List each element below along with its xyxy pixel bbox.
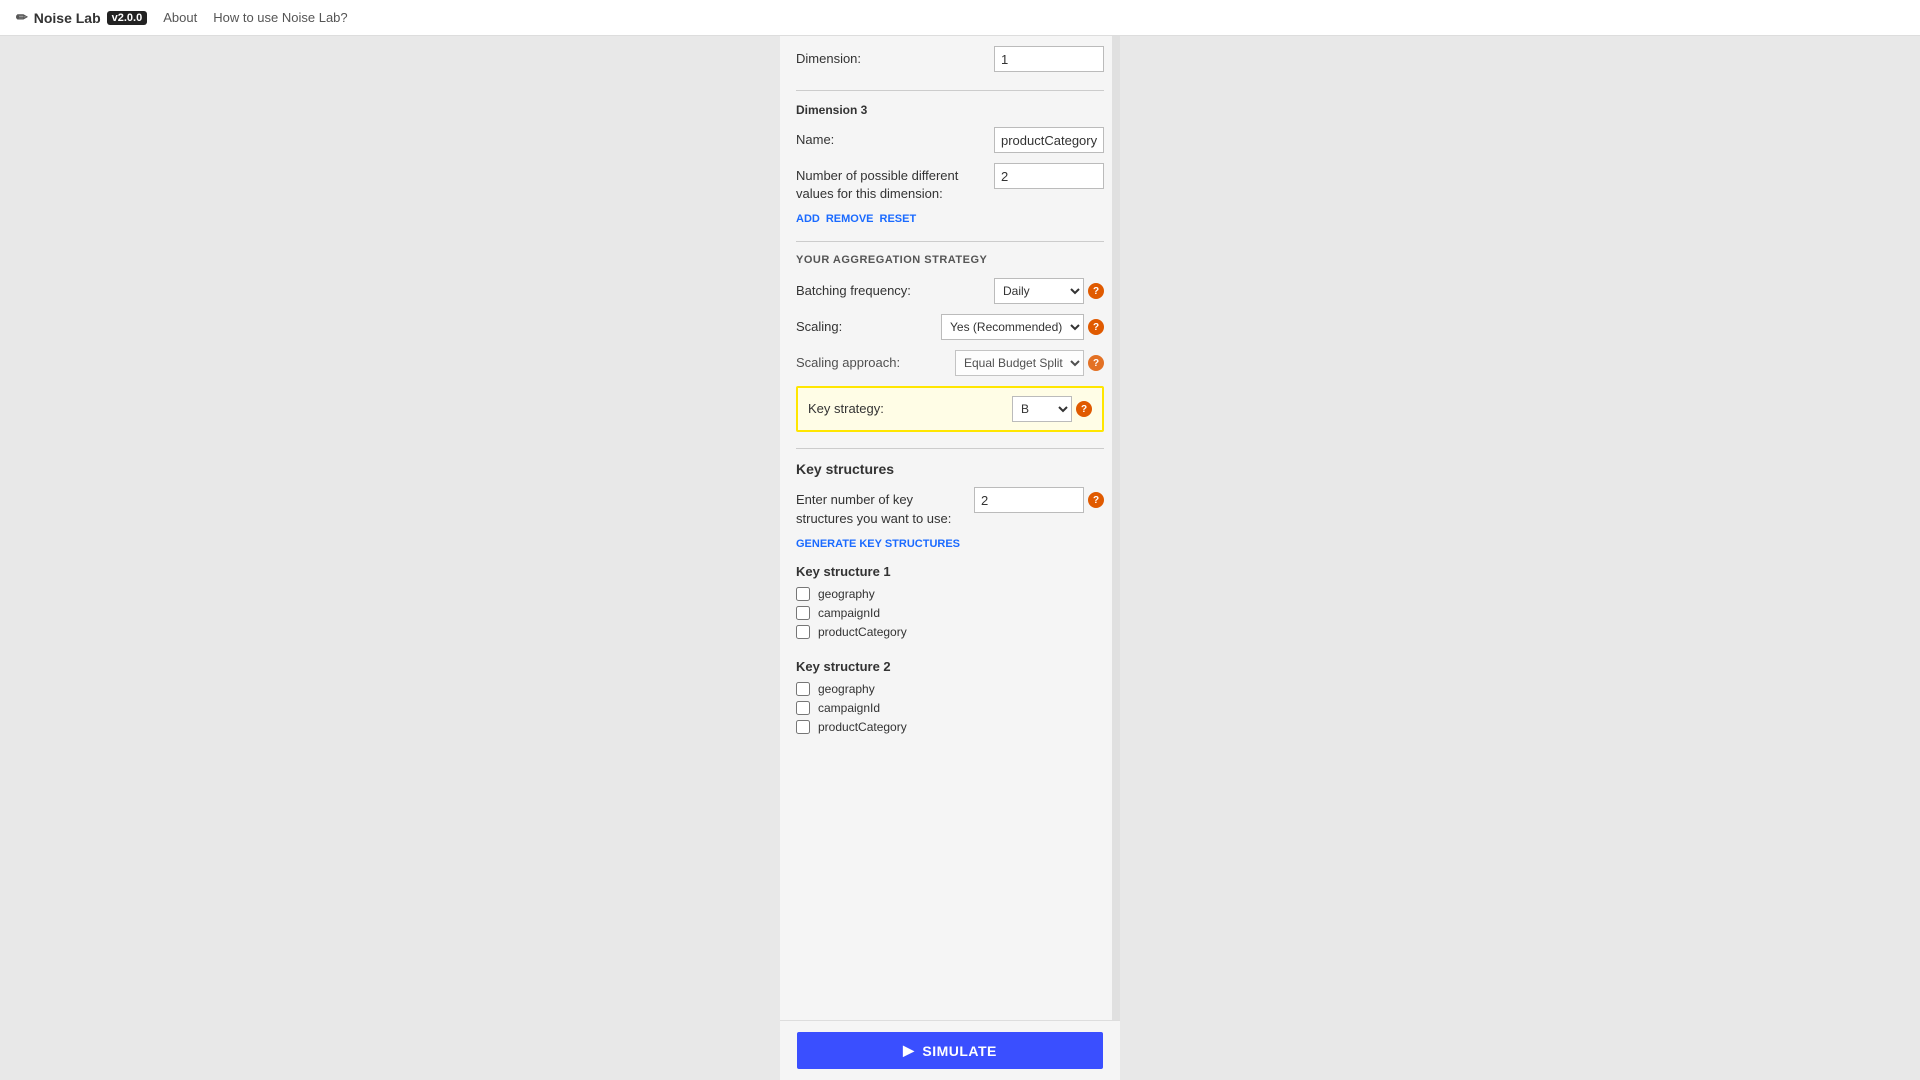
batching-select[interactable]: Daily Weekly Monthly	[994, 278, 1084, 304]
action-links: ADD REMOVE RESET	[796, 213, 1104, 225]
scaling-approach-select[interactable]: Equal Budget Split Custom	[955, 350, 1084, 376]
app-logo: ✏ Noise Lab v2.0.0	[16, 9, 147, 26]
ks2-title: Key structure 2	[796, 659, 1104, 674]
batching-label: Batching frequency:	[796, 278, 986, 300]
ks2-productcategory-label: productCategory	[818, 720, 907, 734]
ks1-productcategory-checkbox[interactable]	[796, 625, 810, 639]
scaling-label: Scaling:	[796, 314, 933, 336]
simulate-label: SIMULATE	[922, 1043, 997, 1059]
dimension3-name-row: Name:	[796, 127, 1104, 153]
section-divider-1	[796, 241, 1104, 242]
batching-help-icon[interactable]: ?	[1088, 283, 1104, 299]
dimension-header-partial: Dimension:	[796, 36, 1104, 91]
key-strategy-select[interactable]: A B C	[1012, 396, 1072, 422]
dimension3-values-label: Number of possible different values for …	[796, 163, 986, 203]
key-structures-title: Key structures	[796, 461, 1104, 477]
scaling-approach-help-icon[interactable]: ?	[1088, 355, 1104, 371]
scaling-approach-label: Scaling approach:	[796, 350, 947, 372]
scaling-help-icon[interactable]: ?	[1088, 319, 1104, 335]
batching-control: Daily Weekly Monthly ?	[994, 278, 1104, 304]
top-dimension-input[interactable]	[994, 46, 1104, 72]
ks1-productcategory-label: productCategory	[818, 625, 907, 639]
ks1-title: Key structure 1	[796, 564, 1104, 579]
ks2-geography-label: geography	[818, 682, 875, 696]
ks-count-control: ?	[974, 487, 1104, 513]
top-dimension-control	[994, 46, 1104, 72]
dimension3-values-control	[994, 163, 1104, 189]
ks1-item-productcategory: productCategory	[796, 625, 1104, 639]
ks1-geography-checkbox[interactable]	[796, 587, 810, 601]
dimension3-title: Dimension 3	[796, 103, 1104, 117]
key-strategy-row: Key strategy: A B C ?	[808, 396, 1092, 422]
ks2-campaignid-checkbox[interactable]	[796, 701, 810, 715]
batching-row: Batching frequency: Daily Weekly Monthly…	[796, 278, 1104, 304]
key-structures-section: Key structures Enter number of key struc…	[796, 461, 1104, 733]
scaling-approach-row: Scaling approach: Equal Budget Split Cus…	[796, 350, 1104, 376]
pencil-icon: ✏	[16, 9, 28, 26]
dimension3-values-input[interactable]	[994, 163, 1104, 189]
app-name: Noise Lab	[34, 10, 101, 26]
top-dimension-row: Dimension:	[796, 46, 1104, 72]
add-link[interactable]: ADD	[796, 213, 820, 225]
key-strategy-help-icon[interactable]: ?	[1076, 401, 1092, 417]
ks2-productcategory-checkbox[interactable]	[796, 720, 810, 734]
right-panel: 3.	[1120, 36, 1920, 1080]
center-panel: Dimension: Dimension 3 Name:	[780, 36, 1120, 1080]
section-divider-2	[796, 448, 1104, 449]
ks-count-row: Enter number of key structures you want …	[796, 487, 1104, 527]
ks-count-help-icon[interactable]: ?	[1088, 492, 1104, 508]
key-strategy-label: Key strategy:	[808, 396, 1004, 418]
dimension3-name-label: Name:	[796, 127, 986, 149]
ks1-campaignid-label: campaignId	[818, 606, 880, 620]
ks1-item-campaignid: campaignId	[796, 606, 1104, 620]
scaling-select[interactable]: Yes (Recommended) No	[941, 314, 1084, 340]
key-strategy-control: A B C ?	[1012, 396, 1092, 422]
top-nav: ✏ Noise Lab v2.0.0 About How to use Nois…	[0, 0, 1920, 36]
ks1-geography-label: geography	[818, 587, 875, 601]
ks2-item-productcategory: productCategory	[796, 720, 1104, 734]
ks-count-input[interactable]	[974, 487, 1084, 513]
ks2-campaignid-label: campaignId	[818, 701, 880, 715]
dimension3-name-input[interactable]	[994, 127, 1104, 153]
dimension3-name-control	[994, 127, 1104, 153]
aggregation-section: YOUR AGGREGATION STRATEGY Batching frequ…	[796, 254, 1104, 432]
nav-how-to[interactable]: How to use Noise Lab?	[213, 10, 347, 25]
ks1-campaignid-checkbox[interactable]	[796, 606, 810, 620]
key-strategy-highlight: Key strategy: A B C ?	[796, 386, 1104, 432]
scrollbar-track[interactable]	[1112, 36, 1120, 1020]
generate-ks-link[interactable]: GENERATE KEY STRUCTURES	[796, 538, 1104, 550]
top-dimension-label: Dimension:	[796, 46, 986, 68]
scaling-control: Yes (Recommended) No ?	[941, 314, 1104, 340]
ks1-item-geography: geography	[796, 587, 1104, 601]
remove-link[interactable]: REMOVE	[826, 213, 874, 225]
aggregation-title: YOUR AGGREGATION STRATEGY	[796, 254, 1104, 266]
bottom-bar: ▶ SIMULATE	[780, 1020, 1120, 1080]
ks-count-label: Enter number of key structures you want …	[796, 487, 966, 527]
left-panel	[0, 36, 780, 1080]
simulate-button[interactable]: ▶ SIMULATE	[797, 1032, 1103, 1069]
dimension3-values-row: Number of possible different values for …	[796, 163, 1104, 203]
ks2-geography-checkbox[interactable]	[796, 682, 810, 696]
scroll-area[interactable]: Dimension: Dimension 3 Name:	[780, 36, 1120, 1020]
nav-about[interactable]: About	[163, 10, 197, 25]
scaling-row: Scaling: Yes (Recommended) No ?	[796, 314, 1104, 340]
reset-link[interactable]: RESET	[880, 213, 917, 225]
version-badge: v2.0.0	[107, 11, 148, 25]
scaling-approach-control: Equal Budget Split Custom ?	[955, 350, 1104, 376]
simulate-icon: ▶	[903, 1042, 914, 1059]
dimension3-section: Dimension 3 Name: Number of possible dif…	[796, 103, 1104, 225]
ks2-item-geography: geography	[796, 682, 1104, 696]
ks2-item-campaignid: campaignId	[796, 701, 1104, 715]
main-container: Dimension: Dimension 3 Name:	[0, 36, 1920, 1080]
